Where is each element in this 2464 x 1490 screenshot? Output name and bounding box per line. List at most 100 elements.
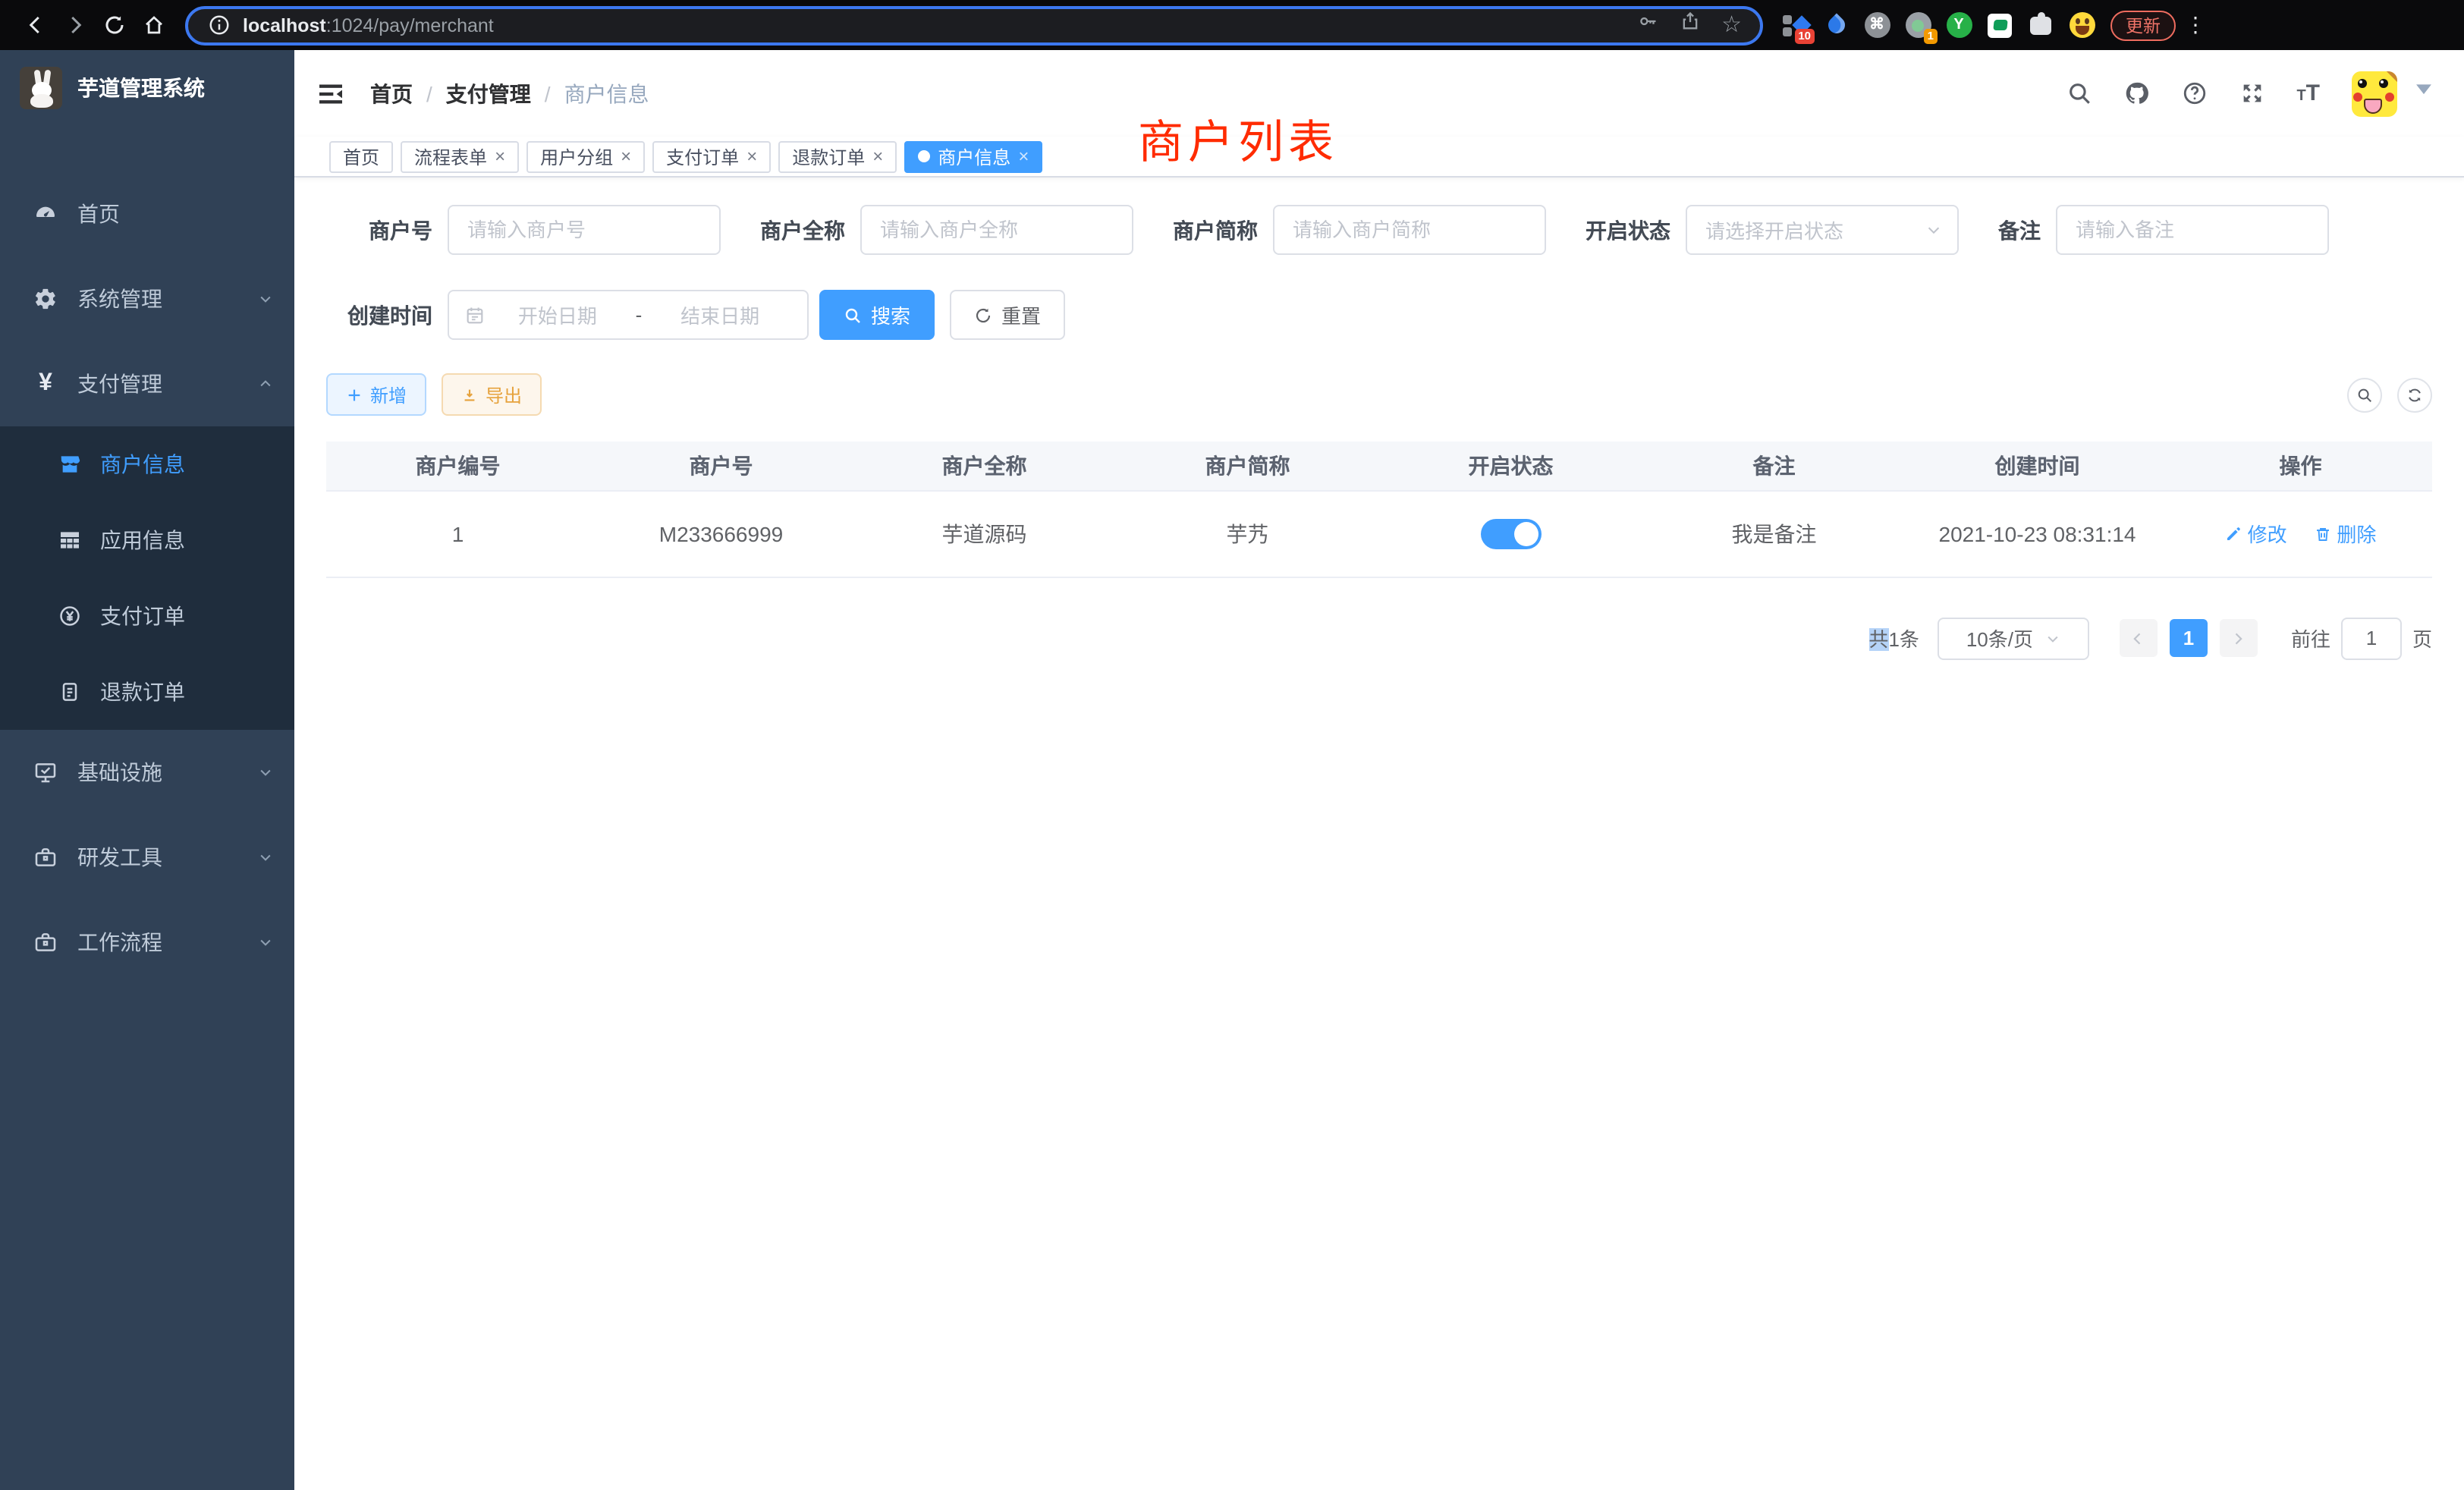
- site-info-icon[interactable]: [206, 5, 231, 45]
- password-key-icon[interactable]: [1636, 11, 1658, 39]
- chevron-down-icon: [1925, 222, 1942, 238]
- browser-home-icon[interactable]: [134, 5, 173, 45]
- tab-refund-order[interactable]: 退款订单×: [778, 140, 897, 172]
- tab-merchant-info[interactable]: 商户信息×: [904, 140, 1042, 172]
- search-button[interactable]: 搜索: [819, 290, 935, 340]
- remark-input[interactable]: [2056, 205, 2329, 255]
- sidebar-item-merchant-info[interactable]: 商户信息: [0, 426, 294, 502]
- browser-menu-icon[interactable]: ⋮: [2185, 12, 2206, 38]
- chevron-down-icon: [2045, 630, 2060, 646]
- reset-button[interactable]: 重置: [950, 290, 1065, 340]
- font-size-icon[interactable]: TT: [2296, 82, 2320, 105]
- close-icon[interactable]: ×: [746, 147, 757, 165]
- sidebar: 芋道管理系统 首页 系统管理 ¥ 支付管理: [0, 50, 294, 1490]
- sidebar-item-app-info[interactable]: 应用信息: [0, 502, 294, 578]
- search-icon[interactable]: [2066, 80, 2092, 106]
- extension-recorder-icon[interactable]: 1: [1904, 11, 1931, 39]
- table-toolbar: 新增 导出: [326, 373, 2432, 416]
- close-icon[interactable]: ×: [621, 147, 631, 165]
- column-header: 创建时间: [1906, 442, 2169, 490]
- extension-y-icon[interactable]: Y: [1945, 11, 1972, 39]
- create-time-range-picker[interactable]: 开始日期 - 结束日期: [448, 290, 809, 340]
- page-number-current[interactable]: 1: [2170, 619, 2208, 657]
- export-button[interactable]: 导出: [442, 373, 542, 416]
- tab-user-group[interactable]: 用户分组×: [526, 140, 645, 172]
- merchant-no-label: 商户号: [326, 215, 432, 245]
- browser-forward-icon[interactable]: [55, 5, 94, 45]
- chevron-down-icon: [258, 291, 273, 306]
- breadcrumb-payment[interactable]: 支付管理: [446, 78, 531, 108]
- short-name-label: 商户简称: [1173, 215, 1258, 245]
- github-icon[interactable]: [2123, 80, 2149, 106]
- tab-process-form[interactable]: 流程表单×: [401, 140, 519, 172]
- column-header: 商户简称: [1116, 442, 1379, 490]
- help-icon[interactable]: [2181, 80, 2207, 106]
- goto-page-input[interactable]: [2341, 617, 2402, 659]
- sidebar-item-dev-tools[interactable]: 研发工具: [0, 815, 294, 900]
- trash-icon: [2314, 524, 2332, 542]
- browser-extensions: 10 ⌘ 1 Y: [1781, 11, 2095, 39]
- yen-icon: ¥: [33, 370, 58, 398]
- briefcase-icon: [33, 930, 58, 954]
- active-dot-icon: [918, 150, 930, 162]
- cell-full-name: 芋道源码: [853, 490, 1116, 577]
- browser-reload-icon[interactable]: [94, 5, 134, 45]
- app-logo[interactable]: 芋道管理系统: [0, 50, 294, 126]
- filter-row-1: 商户号 商户全称 商户简称 开启状态 请选择开启状态: [326, 205, 2432, 255]
- refresh-table-button[interactable]: [2397, 377, 2432, 412]
- remark-label: 备注: [1998, 215, 2041, 245]
- full-name-label: 商户全称: [760, 215, 845, 245]
- delete-link[interactable]: 删除: [2314, 519, 2376, 548]
- cell-merchant-id: 1: [326, 490, 589, 577]
- full-name-input[interactable]: [860, 205, 1133, 255]
- sidebar-item-payment[interactable]: ¥ 支付管理: [0, 341, 294, 426]
- sidebar-item-home[interactable]: 首页: [0, 171, 294, 256]
- sidebar-item-refund-order[interactable]: 退款订单: [0, 654, 294, 730]
- edit-link[interactable]: 修改: [2225, 519, 2287, 548]
- share-icon[interactable]: [1679, 11, 1700, 39]
- cell-short-name: 芋艿: [1116, 490, 1379, 577]
- status-select[interactable]: 请选择开启状态: [1686, 205, 1959, 255]
- tab-pay-order[interactable]: 支付订单×: [652, 140, 771, 172]
- address-bar[interactable]: localhost:1024/pay/merchant ☆: [185, 5, 1763, 45]
- tab-home[interactable]: 首页: [329, 140, 393, 172]
- user-avatar[interactable]: [2352, 71, 2397, 116]
- goto-suffix: 页: [2412, 624, 2432, 652]
- add-button[interactable]: 新增: [326, 373, 426, 416]
- refresh-icon: [2406, 386, 2423, 403]
- bookmark-star-icon[interactable]: ☆: [1721, 14, 1742, 36]
- breadcrumb-home[interactable]: 首页: [370, 78, 413, 108]
- fullscreen-icon[interactable]: [2239, 80, 2264, 106]
- sidebar-item-infrastructure[interactable]: 基础设施: [0, 730, 294, 815]
- extension-grid-icon[interactable]: 10: [1781, 11, 1809, 39]
- table-header-row: 商户编号 商户号 商户全称 商户简称 开启状态 备注 创建时间 操作: [326, 442, 2432, 490]
- close-icon[interactable]: ×: [1018, 147, 1029, 165]
- merchant-no-input[interactable]: [448, 205, 721, 255]
- yen-circle-icon: [58, 604, 82, 628]
- chevron-right-icon: [2231, 630, 2246, 646]
- status-toggle[interactable]: [1481, 518, 1542, 549]
- prev-page-button[interactable]: [2120, 619, 2158, 657]
- breadcrumb: 首页 / 支付管理 / 商户信息: [370, 78, 649, 108]
- pencil-icon: [2225, 524, 2243, 542]
- sidebar-item-system[interactable]: 系统管理: [0, 256, 294, 341]
- sidebar-item-pay-order[interactable]: 支付订单: [0, 578, 294, 654]
- extension-puzzle-icon[interactable]: [2027, 11, 2054, 39]
- browser-back-icon[interactable]: [15, 5, 55, 45]
- extension-kite-icon[interactable]: [1822, 11, 1850, 39]
- extension-emoji-icon[interactable]: [2068, 11, 2095, 39]
- toggle-search-button[interactable]: [2347, 377, 2382, 412]
- download-icon: [461, 386, 478, 403]
- browser-update-button[interactable]: 更新: [2110, 10, 2176, 40]
- page-size-select[interactable]: 10条/页: [1938, 617, 2089, 659]
- collapse-sidebar-icon[interactable]: [316, 78, 346, 108]
- next-page-button[interactable]: [2220, 619, 2258, 657]
- extension-command-icon[interactable]: ⌘: [1863, 11, 1890, 39]
- close-icon[interactable]: ×: [495, 147, 505, 165]
- sidebar-item-workflow[interactable]: 工作流程: [0, 900, 294, 985]
- short-name-input[interactable]: [1273, 205, 1546, 255]
- avatar-caret-icon[interactable]: [2411, 75, 2437, 101]
- extension-chat-icon[interactable]: [1986, 11, 2013, 39]
- close-icon[interactable]: ×: [872, 147, 883, 165]
- cell-create-time: 2021-10-23 08:31:14: [1906, 490, 2169, 577]
